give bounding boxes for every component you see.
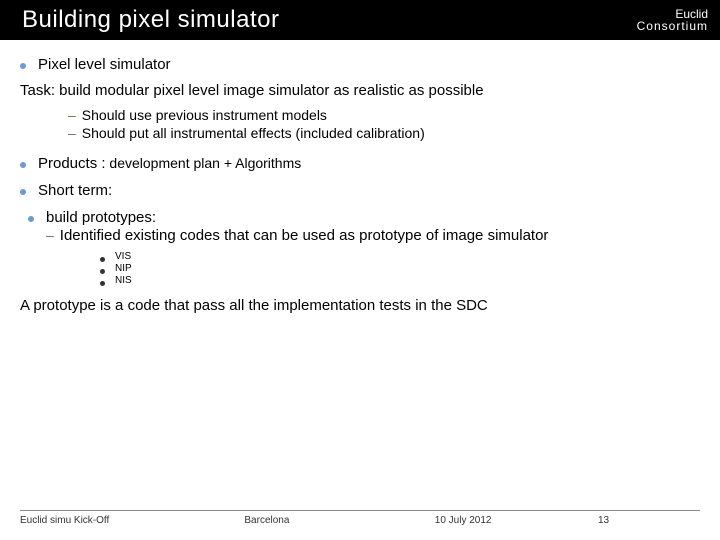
instrument-list: VIS NIP NIS [100, 251, 700, 286]
bullet-short-term: Short term: [20, 182, 700, 199]
tiny-item: VIS [100, 251, 700, 262]
proto-sublist: – Identified existing codes that can be … [46, 226, 700, 246]
products-text: development plan + Algorithms [106, 155, 302, 171]
tiny-text: NIS [115, 275, 132, 286]
sub-item: – Should put all instrumental effects (i… [68, 125, 700, 141]
bullet-text: Pixel level simulator [38, 56, 171, 73]
sub-item: – Should use previous instrument models [68, 107, 700, 123]
org-label: Euclid Consortium [637, 8, 708, 32]
products-label: Products : [38, 155, 106, 172]
bullet-pixel-level: Pixel level simulator [20, 56, 700, 73]
footer-left: Euclid simu Kick-Off [20, 515, 244, 526]
small-dot-icon [100, 281, 105, 286]
sub-text: Should put all instrumental effects (inc… [82, 125, 425, 141]
slide-footer: Euclid simu Kick-Off Barcelona 10 July 2… [20, 510, 700, 526]
build-proto-text: build prototypes: [46, 209, 156, 226]
bullet-dot-icon [20, 162, 26, 168]
closing-text: A prototype is a code that pass all the … [20, 296, 700, 316]
task-line: Task: build modular pixel level image si… [20, 81, 700, 101]
bullet-dot-icon [20, 63, 26, 69]
task-label: Task: [20, 82, 55, 99]
slide-content: Pixel level simulator Task: build modula… [0, 40, 720, 316]
dash-icon: – [68, 125, 76, 141]
small-dot-icon [100, 269, 105, 274]
tiny-text: VIS [115, 251, 131, 262]
task-text: build modular pixel level image simulato… [55, 82, 484, 99]
footer-page: 13 [598, 515, 700, 526]
proto-item-text: Identified existing codes that can be us… [60, 226, 549, 246]
sub-text: Should use previous instrument models [82, 107, 327, 123]
bullet-dot-icon [28, 216, 34, 222]
proto-item: – Identified existing codes that can be … [46, 226, 700, 246]
proto-block: build prototypes: – Identified existing … [46, 209, 700, 246]
bullet-dot-icon [20, 189, 26, 195]
dash-icon: – [46, 226, 54, 246]
tiny-item: NIS [100, 275, 700, 286]
footer-center: Barcelona [244, 515, 434, 526]
bullet-build-proto: build prototypes: – Identified existing … [28, 209, 700, 246]
org-line2: Consortium [637, 20, 708, 32]
small-dot-icon [100, 257, 105, 262]
slide-title: Building pixel simulator [22, 6, 279, 34]
footer-date: 10 July 2012 [435, 515, 598, 526]
bullet-text: Short term: [38, 182, 112, 199]
task-sublist: – Should use previous instrument models … [68, 107, 700, 141]
dash-icon: – [68, 107, 76, 123]
bullet-text: Products : development plan + Algorithms [38, 155, 301, 172]
bullet-products: Products : development plan + Algorithms [20, 155, 700, 172]
tiny-text: NIP [115, 263, 132, 274]
tiny-item: NIP [100, 263, 700, 274]
title-bar: Building pixel simulator Euclid Consorti… [0, 0, 720, 40]
